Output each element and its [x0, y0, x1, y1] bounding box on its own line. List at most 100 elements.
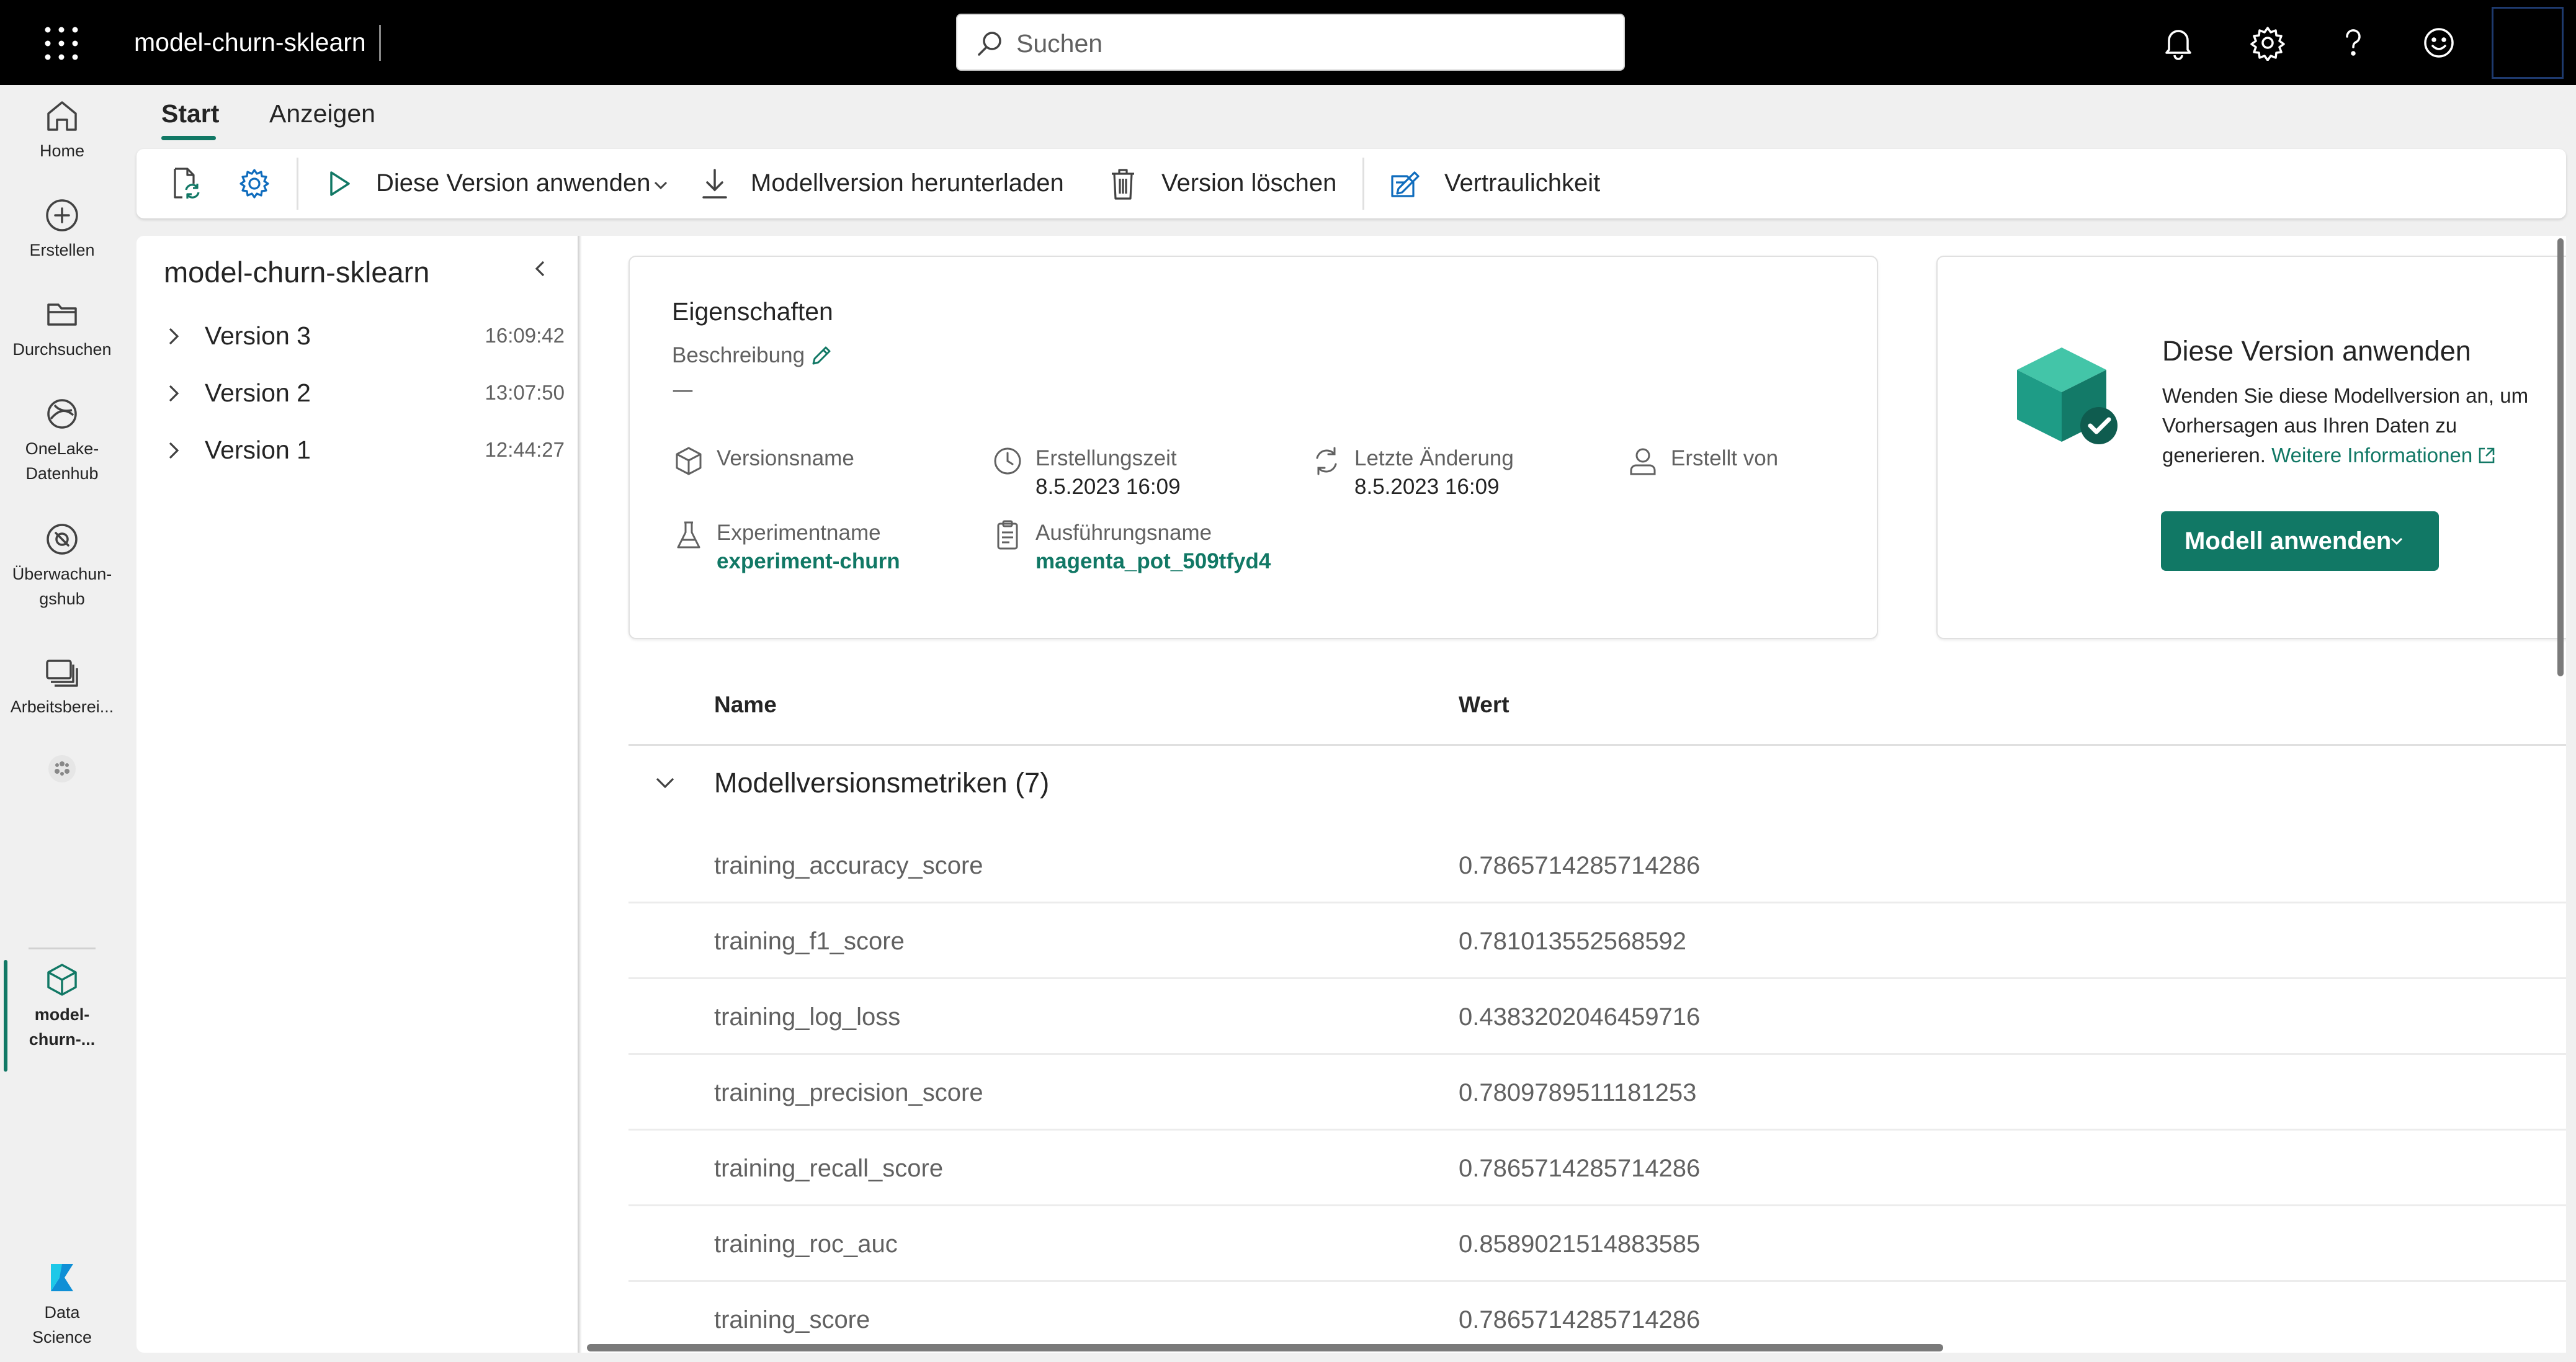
trash-icon[interactable] [1104, 165, 1142, 202]
top-bar: model-churn-sklearn Suchen [0, 0, 2576, 85]
refresh-icon [1310, 444, 1343, 478]
metric-value: 0.4383202046459716 [1459, 1003, 1701, 1031]
flask-icon [672, 519, 705, 552]
horizontal-scrollbar[interactable] [587, 1344, 1943, 1351]
metric-value: 0.781013552568592 [1459, 928, 1687, 955]
chevron-left-icon[interactable] [526, 254, 555, 283]
metric-name: training_f1_score [714, 928, 905, 955]
main-content: Eigenschaften Beschreibung — Versionsnam… [581, 236, 2566, 1353]
version-item[interactable]: Version 1 12:44:27 [155, 426, 565, 475]
pencil-icon[interactable] [808, 344, 833, 369]
folder-icon [42, 295, 82, 334]
description-value: — [672, 378, 694, 403]
rail-item-data-science[interactable]: Data Science [0, 1258, 124, 1350]
table-row[interactable]: training_accuracy_score 0.78657142857142… [628, 828, 2566, 903]
apply-card-title: Diese Version anwenden [2162, 335, 2471, 367]
version-name[interactable]: Version 2 [205, 375, 311, 411]
version-list-panel: model-churn-sklearn Version 3 16:09:42 V… [136, 236, 579, 1353]
version-time: 13:07:50 [485, 381, 565, 404]
column-header-value[interactable]: Wert [1459, 688, 1509, 722]
chevron-down-icon[interactable] [651, 768, 679, 797]
learn-more-text[interactable]: Weitere Informationen [2271, 444, 2472, 467]
metrics-group-title: Modellversionsmetriken (7) [714, 767, 1050, 799]
app-launcher-icon[interactable] [43, 25, 79, 61]
version-name[interactable]: Version 3 [205, 318, 311, 354]
properties-card: Eigenschaften Beschreibung — Versionsnam… [628, 256, 1878, 639]
tab-anzeigen[interactable]: Anzeigen [269, 96, 375, 131]
chevron-down-icon[interactable] [651, 176, 670, 195]
plus-circle-icon [42, 195, 82, 235]
workspaces-icon [42, 652, 82, 692]
modified-label: Letzte Änderung [1354, 446, 1514, 470]
rail-item-model[interactable]: model-churn-... [0, 960, 124, 1052]
rail-label-onelake: OneLake-Datenhub [25, 439, 99, 483]
person-icon [1626, 444, 1660, 478]
sensitivity-button[interactable]: Vertraulichkeit [1444, 165, 1600, 201]
apply-model-label[interactable]: Modell anwenden [2185, 527, 2391, 555]
gear-icon[interactable] [2250, 25, 2286, 61]
metric-value: 0.7865714285714286 [1459, 852, 1701, 879]
version-item[interactable]: Version 2 13:07:50 [155, 369, 565, 418]
app-title[interactable]: model-churn-sklearn [134, 25, 366, 60]
rail-item-onelake[interactable]: OneLake-Datenhub [0, 394, 124, 486]
table-row[interactable]: training_precision_score 0.7809789511181… [628, 1055, 2566, 1131]
column-header-name[interactable]: Name [714, 688, 777, 722]
settings-gear-icon[interactable] [236, 165, 273, 202]
created-by-label: Erstellt von [1671, 446, 1779, 470]
avatar[interactable] [2492, 7, 2564, 79]
experiment-link[interactable]: experiment-churn [717, 546, 900, 577]
table-row[interactable]: training_log_loss 0.4383202046459716 [628, 979, 2566, 1055]
table-row[interactable]: training_score 0.7865714285714286 [628, 1282, 2566, 1353]
cube-icon [672, 444, 705, 478]
left-navigation-rail: Home Erstellen Durchsuchen OneLake-Daten… [0, 85, 124, 1362]
rail-item-create[interactable]: Erstellen [0, 195, 124, 262]
chevron-right-icon[interactable] [161, 380, 186, 407]
version-time: 16:09:42 [485, 324, 565, 347]
metric-name: training_score [714, 1306, 870, 1333]
rail-item-workspaces[interactable]: Arbeitsberei... [0, 652, 124, 719]
sensitivity-label-icon[interactable] [1386, 165, 1423, 202]
search-input[interactable]: Suchen [1016, 27, 1102, 60]
version-name[interactable]: Version 1 [205, 432, 311, 468]
vertical-scrollbar[interactable] [2557, 238, 2564, 676]
version-item[interactable]: Version 3 16:09:42 [155, 311, 565, 361]
metrics-group-header[interactable]: Modellversionsmetriken (7) [628, 746, 2566, 824]
metric-value: 0.7865714285714286 [1459, 1155, 1701, 1182]
help-icon[interactable] [2335, 25, 2371, 61]
learn-more-link[interactable]: Weitere Informationen [2271, 444, 2497, 467]
delete-version-button[interactable]: Version löschen [1161, 165, 1336, 201]
rail-item-monitoring[interactable]: Überwachun-gshub [0, 519, 124, 611]
rail-item-home[interactable]: Home [0, 96, 124, 163]
download-version-button[interactable]: Modellversion herunterladen [751, 165, 1064, 201]
metric-value: 0.7865714285714286 [1459, 1306, 1701, 1333]
modified-value: 8.5.2023 16:09 [1354, 475, 1500, 499]
table-row[interactable]: training_f1_score 0.781013552568592 [628, 903, 2566, 979]
rail-item-workspace[interactable] [0, 749, 124, 789]
refresh-document-icon[interactable] [166, 165, 203, 202]
download-icon[interactable] [696, 165, 733, 202]
apply-version-card: Diese Version anwenden Wenden Sie diese … [1936, 256, 2566, 639]
apply-version-button[interactable]: Diese Version anwenden [376, 165, 651, 201]
table-row[interactable]: training_roc_auc 0.8589021514883585 [628, 1206, 2566, 1282]
chevron-right-icon[interactable] [161, 323, 186, 350]
bell-icon[interactable] [2160, 25, 2196, 61]
onelake-icon [42, 394, 82, 434]
run-link[interactable]: magenta_pot_509tfyd4 [1035, 546, 1271, 577]
chevron-down-icon [2389, 535, 2404, 547]
chevron-right-icon[interactable] [161, 437, 186, 464]
apply-model-button[interactable]: Modell anwenden [2161, 511, 2439, 571]
version-name-label: Versionsname [717, 446, 854, 470]
metrics-table-header: Name Wert [628, 664, 2566, 746]
created-label: Erstellungszeit [1035, 446, 1177, 470]
search-icon [976, 29, 1004, 58]
experiment-label: Experimentname [717, 521, 881, 545]
search-box[interactable]: Suchen [956, 14, 1625, 71]
play-icon[interactable] [320, 165, 357, 202]
feedback-smiley-icon[interactable] [2421, 25, 2457, 61]
tab-start[interactable]: Start [161, 96, 219, 131]
rail-item-browse[interactable]: Durchsuchen [0, 295, 124, 362]
metric-name: training_log_loss [714, 1003, 901, 1031]
clock-icon [991, 444, 1024, 478]
workspace-avatar-icon [42, 749, 82, 789]
table-row[interactable]: training_recall_score 0.7865714285714286 [628, 1131, 2566, 1206]
